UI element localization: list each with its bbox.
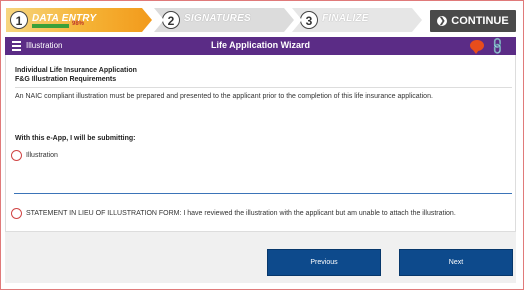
previous-button[interactable]: Previous (267, 249, 381, 276)
compliance-notice: An NAIC compliant illustration must be p… (15, 93, 433, 100)
next-button[interactable]: Next (399, 249, 513, 276)
step-data-entry[interactable]: 1 DATA ENTRY 98% (6, 8, 152, 32)
footer-bar: Previous Next (5, 231, 516, 283)
divider (15, 87, 512, 88)
step-number: 1 (10, 11, 28, 29)
application-title: Individual Life Insurance Application (15, 67, 137, 74)
application-subtitle: F&G Illustration Requirements (15, 76, 117, 83)
illustration-radio[interactable] (11, 150, 22, 161)
next-label: Next (448, 259, 464, 266)
step-label: SIGNATURES (184, 13, 251, 24)
step-signatures[interactable]: 2 SIGNATURES (154, 8, 294, 32)
wizard-header: Illustration Life Application Wizard 🔗 (5, 36, 516, 56)
step-progress-text: 98% (72, 21, 85, 27)
step-label: FINALIZE (322, 13, 369, 24)
illustration-label: Illustration (26, 152, 58, 159)
submission-question: With this e-App, I will be submitting: (15, 135, 136, 142)
statement-radio[interactable] (11, 208, 22, 219)
step-number: 2 (162, 11, 180, 29)
chat-icon[interactable] (470, 40, 484, 54)
previous-label: Previous (310, 259, 338, 266)
continue-label: CONTINUE (451, 15, 509, 27)
step-label: DATA ENTRY (32, 13, 97, 24)
statement-label: STATEMENT IN LIEU OF ILLUSTRATION FORM: … (26, 210, 456, 217)
separator-line (14, 193, 512, 194)
step-number: 3 (300, 11, 318, 29)
link-icon[interactable]: 🔗 (487, 36, 507, 56)
chevron-right-icon: ❯ (437, 16, 448, 26)
main-content: Individual Life Insurance Application F&… (5, 55, 516, 231)
step-finalize[interactable]: 3 FINALIZE (292, 8, 422, 32)
continue-button[interactable]: ❯ CONTINUE (430, 10, 516, 32)
step-progress-fill (32, 24, 70, 28)
page-title: Life Application Wizard (210, 40, 311, 50)
